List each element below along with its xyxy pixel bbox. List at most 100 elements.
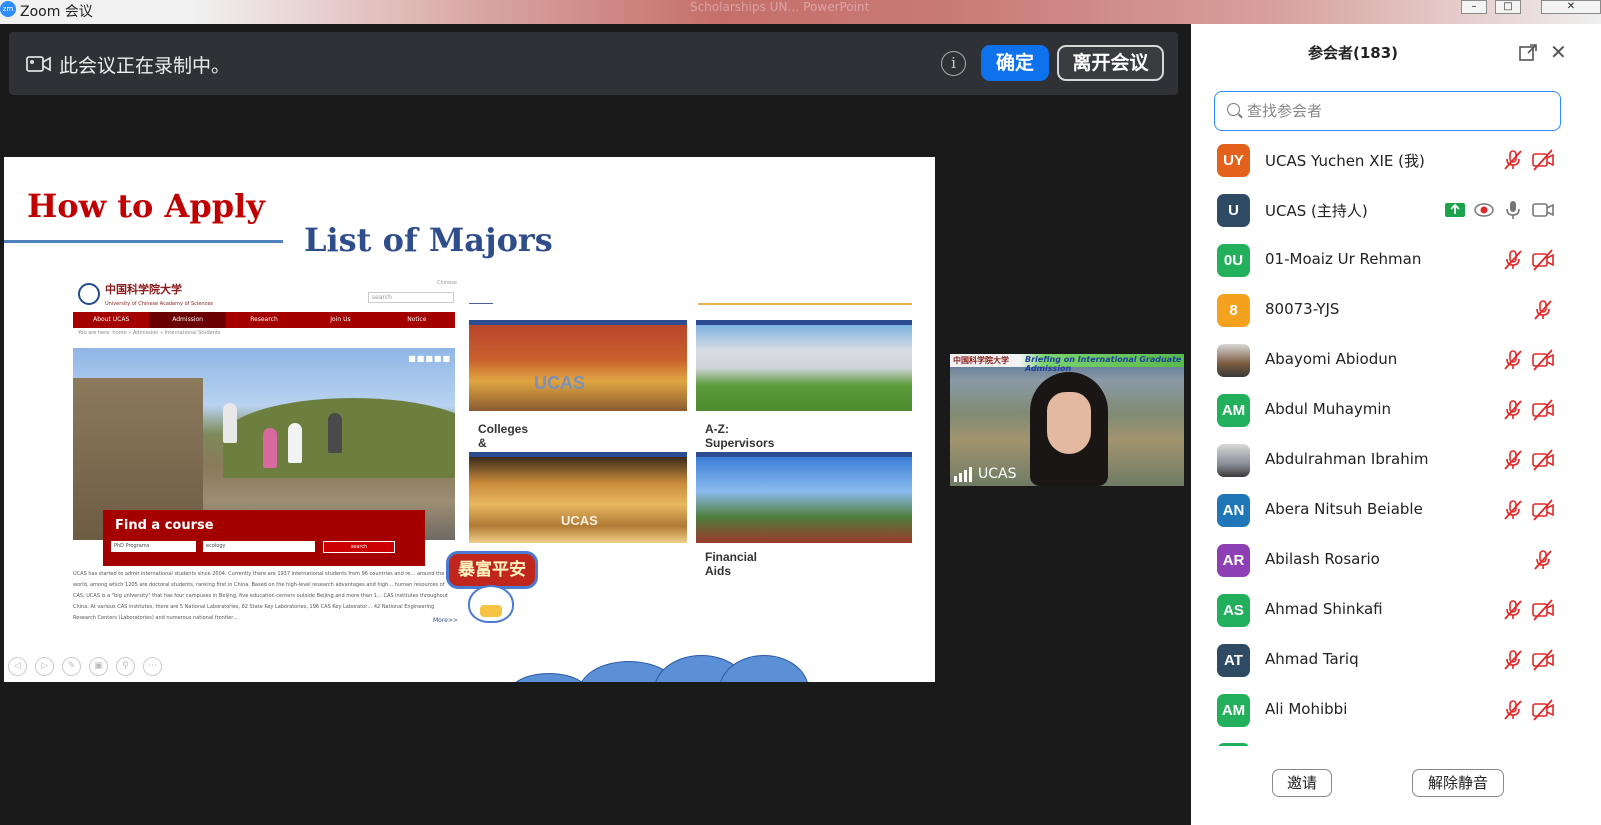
mic-icon[interactable] [1502,199,1524,221]
zoom-icon[interactable]: ⚲ [116,657,135,676]
slide-divider [469,303,493,304]
participant-name: UCAS Yuchen XIE (我) [1265,152,1425,170]
ok-button[interactable]: 确定 [981,45,1049,81]
participant-row[interactable]: AN Abera Nitsuh Beiable [1191,485,1601,535]
card-image [696,320,912,411]
avatar: 8 [1217,294,1250,327]
mic-muted-icon[interactable] [1502,649,1524,671]
signal-strength-icon [954,467,972,482]
maximize-icon[interactable]: □ [1495,0,1521,14]
mic-muted-icon[interactable] [1532,299,1554,321]
slides-grid-icon[interactable]: ▣ [89,657,108,676]
avatar: 0U [1217,244,1250,277]
carousel-dots: ■■■■■ [408,354,451,363]
more-icon[interactable]: ⋯ [143,657,162,676]
prev-slide-icon[interactable]: ◁ [8,657,27,676]
mic-muted-icon[interactable] [1502,349,1524,371]
avatar: AN [1217,494,1250,527]
window-title: Zoom 会议 [20,4,93,20]
participant-row[interactable]: U UCAS (主持人) [1191,185,1601,235]
participants-title: 参会者(183) [1307,44,1399,62]
mic-muted-icon[interactable] [1502,499,1524,521]
participant-row[interactable]: 8 80073-YJS [1191,285,1601,335]
video-off-icon[interactable] [1532,449,1554,471]
participant-name: Ahmad Shinkafi [1265,600,1383,618]
video-camera-icon[interactable] [1532,199,1554,221]
next-slide-icon[interactable]: ▷ [35,657,54,676]
cat-sticker-icon [468,585,514,623]
popout-icon[interactable] [1519,44,1537,62]
recording-icon [1473,199,1495,221]
website-search-box: search [368,292,454,303]
photo-person [263,428,277,468]
video-off-icon[interactable] [1532,149,1554,171]
pen-icon[interactable]: ✎ [62,657,81,676]
speaker-video-tile[interactable]: 中国科学院大学 Briefing on International Gradua… [950,354,1184,486]
participant-row[interactable]: AM Ali Mohibbi [1191,685,1601,735]
minimize-icon[interactable]: – [1461,0,1487,14]
video-off-icon[interactable] [1532,499,1554,521]
participant-search[interactable] [1214,91,1561,131]
mic-muted-icon[interactable] [1502,599,1524,621]
slide-subtitle: List of Majors [304,221,553,259]
mic-muted-icon[interactable] [1502,699,1524,721]
leave-meeting-button[interactable]: 离开会议 [1057,45,1164,81]
mic-muted-icon[interactable] [1502,149,1524,171]
video-off-icon[interactable] [1532,649,1554,671]
video-logo-text: 中国科学院大学 [953,356,1009,365]
shared-screen-slide: How to Apply List of Majors 中国科学院大学 Univ… [4,157,935,682]
participant-row[interactable]: AR Abilash Rosario [1191,535,1601,585]
participant-row[interactable]: AM Abdul Muhaymin [1191,385,1601,435]
photo-person [288,423,302,463]
card-image [696,452,912,543]
website-nav-item: Join Us [330,316,351,323]
card-image: UCAS [469,320,687,411]
participant-row[interactable]: Abayomi Abiodun [1191,335,1601,385]
mic-muted-icon[interactable] [1502,249,1524,271]
search-icon [1227,103,1240,116]
avatar-photo [1217,444,1250,477]
website-nav: About UCAS Admission Research Join Us No… [73,312,455,328]
avatar: AM [1217,394,1250,427]
photo-person [328,413,342,453]
video-off-icon[interactable] [1532,349,1554,371]
invite-button[interactable]: 邀请 [1272,769,1332,797]
participant-list: UY UCAS Yuchen XIE (我) U UCAS (主持人) 0U 01-Moa… [1191,134,1601,746]
info-icon[interactable]: i [941,51,966,76]
window-titlebar: zm Zoom 会议 Scholarships UN… PowerPoint –… [0,0,1601,24]
video-off-icon[interactable] [1532,249,1554,271]
cloud-decoration [509,655,809,682]
participant-name: Abilash Rosario [1265,550,1380,568]
speaker-skin [1047,392,1091,454]
video-off-icon[interactable] [1532,599,1554,621]
website-nav-item: Admission [149,312,226,328]
participant-name: Abayomi Abiodun [1265,350,1398,368]
mic-muted-icon[interactable] [1532,549,1554,571]
close-icon[interactable]: ✕ [1541,0,1601,14]
mic-muted-icon[interactable] [1502,399,1524,421]
avatar: AT [1217,644,1250,677]
program-select: PhD Programs [111,541,196,552]
video-off-icon[interactable] [1532,699,1554,721]
participant-row[interactable]: Abdulrahman Ibrahim [1191,435,1601,485]
unmute-button[interactable]: 解除静音 [1412,769,1504,797]
course-input: ecology [203,541,315,552]
participant-row[interactable]: 0U 01-Moaiz Ur Rehman [1191,235,1601,285]
avatar: AR [1217,544,1250,577]
avatar: U [1217,194,1250,227]
speaker-face [1030,372,1108,486]
mic-muted-icon[interactable] [1502,449,1524,471]
website-language-link: Chinese [437,280,457,286]
close-panel-icon[interactable]: ✕ [1550,40,1567,64]
participant-row[interactable]: UY UCAS Yuchen XIE (我) [1191,135,1601,185]
website-nav-item: Notice [407,316,427,323]
participant-row[interactable]: AT Ahmad Tariq [1191,635,1601,685]
participant-name: Ali Mohibbi [1265,700,1348,718]
sticker-text: 暴富平安 [446,551,538,589]
avatar: AS [1217,594,1250,627]
participant-search-input[interactable] [1247,100,1547,122]
participant-row[interactable]: AS Ahmad Shinkafi [1191,585,1601,635]
video-off-icon[interactable] [1532,399,1554,421]
card-caption: A-Z: Supervisors [705,422,775,450]
find-course-box: Find a course PhD Programs ecology searc… [103,510,425,566]
